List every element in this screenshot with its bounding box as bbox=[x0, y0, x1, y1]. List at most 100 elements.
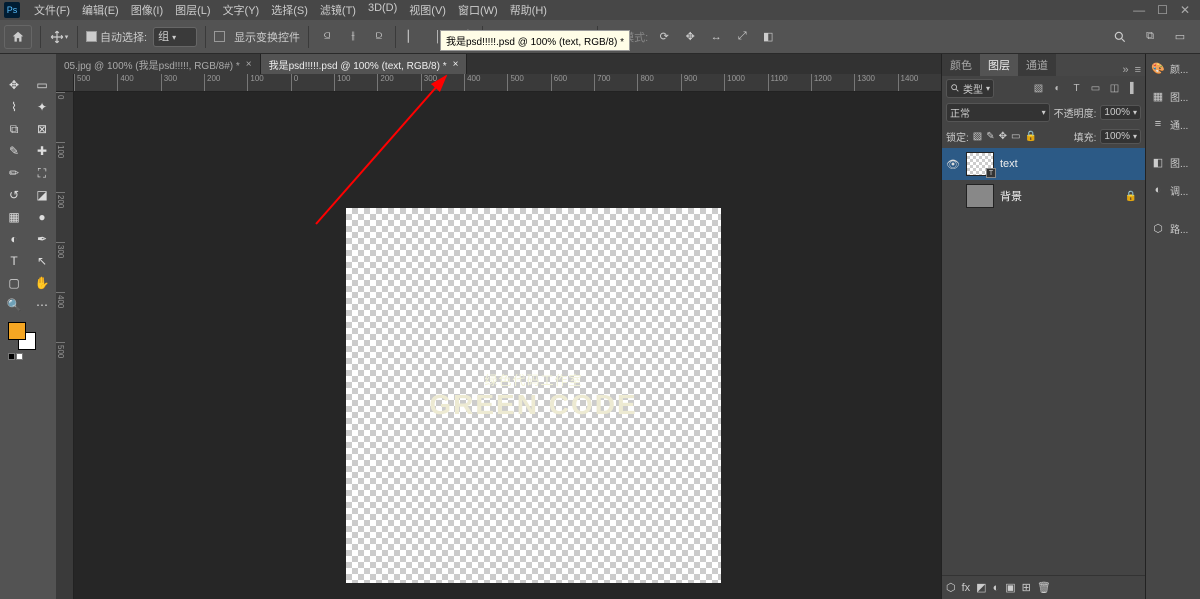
dock-item-2[interactable]: ≡通... bbox=[1146, 110, 1200, 138]
layer-row[interactable]: 👁Ttext bbox=[942, 148, 1145, 180]
canvas-area[interactable]: 5004003002001000100200300400500600700800… bbox=[56, 74, 941, 599]
layer-thumbnail[interactable]: T bbox=[966, 152, 994, 176]
foreground-swatch[interactable] bbox=[8, 322, 26, 340]
layer-fx-icon[interactable]: fx bbox=[962, 582, 971, 594]
panel-expand-icon[interactable]: » bbox=[1122, 64, 1128, 76]
lock-all-icon[interactable]: 🔒 bbox=[1024, 131, 1036, 142]
auto-select-mode-combo[interactable]: 组 ▾ bbox=[153, 27, 197, 47]
lock-paint-icon[interactable]: ✎ bbox=[986, 131, 994, 142]
close-icon[interactable]: × bbox=[453, 59, 459, 70]
align-top-icon[interactable]: ⫑ bbox=[317, 27, 337, 47]
lock-artboard-icon[interactable]: ▭ bbox=[1011, 131, 1020, 142]
transform-controls-group[interactable]: 显示变换控件 bbox=[214, 29, 300, 45]
healing-tool[interactable]: ✚ bbox=[28, 140, 56, 162]
frame-tool[interactable]: ⊠ bbox=[28, 118, 56, 140]
type-tool[interactable]: T bbox=[0, 250, 28, 272]
fill-field[interactable]: 100%▾ bbox=[1100, 129, 1141, 144]
menu-3[interactable]: 图层(L) bbox=[169, 0, 216, 20]
panel-tab-layers[interactable]: 图层 bbox=[980, 54, 1018, 76]
menu-7[interactable]: 3D(D) bbox=[362, 0, 403, 20]
window-minimize-icon[interactable]: — bbox=[1133, 3, 1145, 17]
filter-shape-icon[interactable]: ▭ bbox=[1088, 83, 1103, 94]
3d-scale-icon[interactable]: ⤢ bbox=[732, 27, 752, 47]
share-icon[interactable]: ⧉ bbox=[1140, 27, 1160, 47]
workspace-icon[interactable]: ▭ bbox=[1170, 27, 1190, 47]
eraser-tool[interactable]: ◪ bbox=[28, 184, 56, 206]
layer-mask-icon[interactable]: ◩ bbox=[976, 581, 986, 594]
lasso-tool[interactable]: ⌇ bbox=[0, 96, 28, 118]
filter-pixel-icon[interactable]: ▧ bbox=[1031, 83, 1046, 94]
marquee-tool[interactable]: ▭ bbox=[28, 74, 56, 96]
3d-orbit-icon[interactable]: ⟳ bbox=[654, 27, 674, 47]
layer-group-icon[interactable]: ▣ bbox=[1005, 581, 1015, 594]
menu-10[interactable]: 帮助(H) bbox=[504, 0, 553, 20]
gradient-tool[interactable]: ▦ bbox=[0, 206, 28, 228]
quick-select-tool[interactable]: ✦ bbox=[28, 96, 56, 118]
document-tab-1[interactable]: 我是psd!!!!!.psd @ 100% (text, RGB/8) *× bbox=[261, 54, 468, 74]
stamp-tool[interactable]: ⛶ bbox=[28, 162, 56, 184]
lock-transparency-icon[interactable]: ▧ bbox=[973, 131, 982, 142]
align-bottom-icon[interactable]: ⫒ bbox=[369, 27, 389, 47]
link-layers-icon[interactable]: ⬡ bbox=[946, 581, 956, 594]
dock-item-1[interactable]: ▦图... bbox=[1146, 82, 1200, 110]
panel-menu-icon[interactable]: ≡ bbox=[1135, 64, 1141, 76]
window-maximize-icon[interactable]: ☐ bbox=[1157, 3, 1168, 17]
opacity-field[interactable]: 100%▾ bbox=[1100, 105, 1141, 120]
crop-tool[interactable]: ⧉ bbox=[0, 118, 28, 140]
move-tool-icon[interactable]: ▾ bbox=[49, 27, 69, 47]
move-tool[interactable]: ✥ bbox=[0, 74, 28, 96]
align-vcenter-icon[interactable]: ⫲ bbox=[343, 27, 363, 47]
lock-position-icon[interactable]: ✥ bbox=[999, 131, 1007, 142]
menu-0[interactable]: 文件(F) bbox=[28, 0, 76, 20]
dock-item-5[interactable]: ◐调... bbox=[1146, 176, 1200, 204]
filter-smart-icon[interactable]: ◫ bbox=[1107, 83, 1122, 94]
filter-adjust-icon[interactable]: ◐ bbox=[1050, 83, 1065, 94]
layer-filter-combo[interactable]: 类型 ▾ bbox=[946, 79, 994, 98]
delete-layer-icon[interactable]: 🗑 bbox=[1037, 581, 1051, 594]
panel-tab-channels[interactable]: 通道 bbox=[1018, 54, 1056, 76]
extra-tool[interactable]: ⋯ bbox=[28, 294, 56, 316]
history-brush-tool[interactable]: ↺ bbox=[0, 184, 28, 206]
3d-pan-icon[interactable]: ✥ bbox=[680, 27, 700, 47]
filter-type-icon[interactable]: T bbox=[1069, 83, 1084, 94]
dock-item-4[interactable]: ◧图... bbox=[1146, 148, 1200, 176]
close-icon[interactable]: × bbox=[246, 59, 252, 70]
3d-move-icon[interactable]: ↔ bbox=[706, 27, 726, 47]
hand-tool[interactable]: ✋ bbox=[28, 272, 56, 294]
search-icon[interactable] bbox=[1110, 27, 1130, 47]
align-left-icon[interactable]: ▏ bbox=[402, 27, 422, 47]
filter-toggle-icon[interactable]: ▌ bbox=[1126, 83, 1141, 94]
path-select-tool[interactable]: ↖ bbox=[28, 250, 56, 272]
color-swatches[interactable] bbox=[0, 320, 56, 354]
dodge-tool[interactable]: ◐ bbox=[0, 228, 28, 250]
shape-tool[interactable]: ▢ bbox=[0, 272, 28, 294]
eyedropper-tool[interactable]: ✎ bbox=[0, 140, 28, 162]
3d-camera-icon[interactable]: ◧ bbox=[758, 27, 778, 47]
visibility-icon[interactable]: 👁 bbox=[946, 158, 960, 171]
layer-thumbnail[interactable] bbox=[966, 184, 994, 208]
panel-tab-color[interactable]: 颜色 bbox=[942, 54, 980, 76]
menu-9[interactable]: 窗口(W) bbox=[452, 0, 504, 20]
menu-8[interactable]: 视图(V) bbox=[403, 0, 452, 20]
home-button[interactable] bbox=[4, 25, 32, 49]
brush-tool[interactable]: ✏ bbox=[0, 162, 28, 184]
menu-4[interactable]: 文字(Y) bbox=[217, 0, 266, 20]
dock-item-0[interactable]: 🎨颜... bbox=[1146, 54, 1200, 82]
window-close-icon[interactable]: ✕ bbox=[1180, 3, 1190, 17]
auto-select-checkbox[interactable]: 自动选择: bbox=[86, 29, 147, 45]
menu-2[interactable]: 图像(I) bbox=[125, 0, 169, 20]
blend-mode-combo[interactable]: 正常▾ bbox=[946, 103, 1050, 122]
new-layer-icon[interactable]: ⊞ bbox=[1022, 581, 1031, 594]
adjustment-layer-icon[interactable]: ◐ bbox=[993, 582, 1000, 594]
layer-row[interactable]: 背景🔒 bbox=[942, 180, 1145, 212]
menu-1[interactable]: 编辑(E) bbox=[76, 0, 125, 20]
pen-tool[interactable]: ✒ bbox=[28, 228, 56, 250]
artboard[interactable]: 绿色代码工作室 GREEN CODE bbox=[346, 208, 721, 583]
lock-icon[interactable]: 🔒 bbox=[1125, 191, 1141, 202]
zoom-tool[interactable]: 🔍 bbox=[0, 294, 28, 316]
menu-5[interactable]: 选择(S) bbox=[265, 0, 314, 20]
dock-item-7[interactable]: ⬡路... bbox=[1146, 214, 1200, 242]
document-tab-0[interactable]: 05.jpg @ 100% (我是psd!!!!!, RGB/8#) *× bbox=[56, 54, 261, 74]
blur-tool[interactable]: ● bbox=[28, 206, 56, 228]
menu-6[interactable]: 滤镜(T) bbox=[314, 0, 362, 20]
